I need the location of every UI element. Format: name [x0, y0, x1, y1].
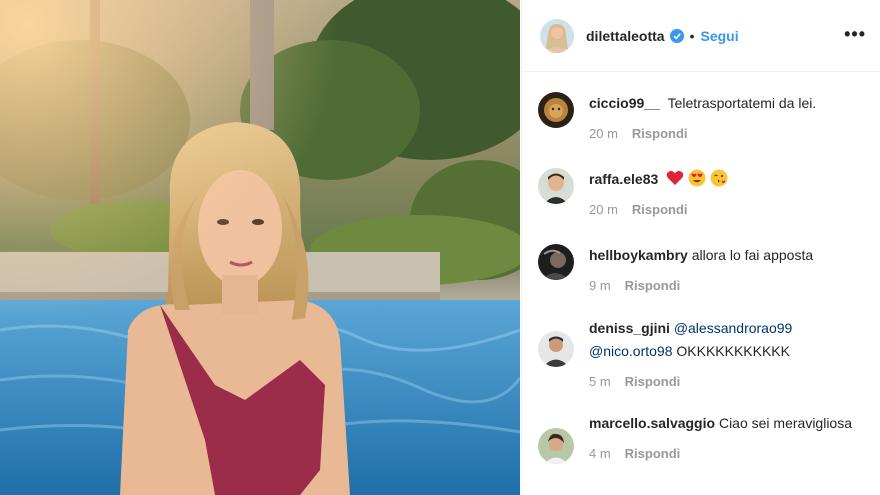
reply-button[interactable]: Rispondi — [632, 126, 688, 141]
comment-meta: 20 m Rispondi — [589, 126, 868, 141]
comment-time[interactable]: 4 m — [589, 446, 611, 461]
comment-text: allora lo fai apposta — [691, 247, 814, 263]
comment-username[interactable]: hellboykambry — [589, 247, 688, 263]
face-blowing-kiss-icon — [710, 169, 728, 187]
comment-time[interactable]: 20 m — [589, 126, 618, 141]
comment-item: deniss_gjini @alessandrorao99 @nico.orto… — [538, 317, 868, 389]
post-header: dilettaleotta • Segui ••• — [522, 0, 880, 72]
comment-body: deniss_gjini @alessandrorao99 @nico.orto… — [589, 317, 868, 363]
comment-meta: 5 m Rispondi — [589, 374, 868, 389]
comment-time[interactable]: 5 m — [589, 374, 611, 389]
reply-button[interactable]: Rispondi — [625, 446, 681, 461]
reply-button[interactable]: Rispondi — [625, 374, 681, 389]
comment-time[interactable]: 9 m — [589, 278, 611, 293]
comment-body: raffa.ele83 — [589, 168, 868, 191]
mention-link[interactable]: @nico.orto98 — [589, 343, 672, 359]
comment-item: marcello.salvaggio Ciao sei meravigliosa… — [538, 412, 868, 464]
mention-link[interactable]: @alessandrorao99 — [674, 320, 793, 336]
commenter-avatar[interactable] — [538, 92, 574, 128]
post-photo[interactable] — [0, 0, 520, 495]
comments-pane: dilettaleotta • Segui ••• ciccio99__ Tel… — [521, 0, 880, 495]
comment-item: raffa.ele83 20 m Rispondi — [538, 168, 868, 217]
follow-button[interactable]: Segui — [700, 28, 738, 44]
comment-body: ciccio99__ Teletrasportatemi da lei. — [589, 92, 868, 115]
comment-username[interactable]: ciccio99__ — [589, 95, 660, 111]
comment-meta: 4 m Rispondi — [589, 446, 868, 461]
separator-dot: • — [689, 27, 695, 44]
more-options-icon[interactable]: ••• — [844, 24, 866, 45]
post-username[interactable]: dilettaleotta — [586, 28, 665, 44]
reply-button[interactable]: Rispondi — [632, 202, 688, 217]
comment-item: ciccio99__ Teletrasportatemi da lei. 20 … — [538, 92, 868, 141]
comment-username[interactable]: marcello.salvaggio — [589, 415, 715, 431]
heart-eyes-icon — [688, 169, 706, 187]
commenter-avatar[interactable] — [538, 331, 574, 367]
comment-text: Ciao sei meravigliosa — [718, 415, 853, 431]
comment-meta: 9 m Rispondi — [589, 278, 868, 293]
comment-text: OKKKKKKKKKKK — [676, 343, 790, 359]
comment-text: Teletrasportatemi da lei. — [667, 95, 817, 111]
comment-username[interactable]: raffa.ele83 — [589, 171, 658, 187]
comment-username[interactable]: deniss_gjini — [589, 320, 670, 336]
red-heart-icon — [666, 171, 684, 185]
reply-button[interactable]: Rispondi — [625, 278, 681, 293]
profile-avatar[interactable] — [540, 18, 574, 53]
comment-body: hellboykambry allora lo fai apposta — [589, 244, 868, 267]
commenter-avatar[interactable] — [538, 244, 574, 280]
verified-badge-icon — [669, 28, 684, 43]
comment-time[interactable]: 20 m — [589, 202, 618, 217]
comment-item: hellboykambry allora lo fai apposta 9 m R… — [538, 244, 868, 293]
comment-body: marcello.salvaggio Ciao sei meravigliosa — [589, 412, 868, 435]
commenter-avatar[interactable] — [538, 428, 574, 464]
comment-meta: 20 m Rispondi — [589, 202, 868, 217]
post-image-illustration — [0, 0, 520, 495]
commenter-avatar[interactable] — [538, 168, 574, 204]
